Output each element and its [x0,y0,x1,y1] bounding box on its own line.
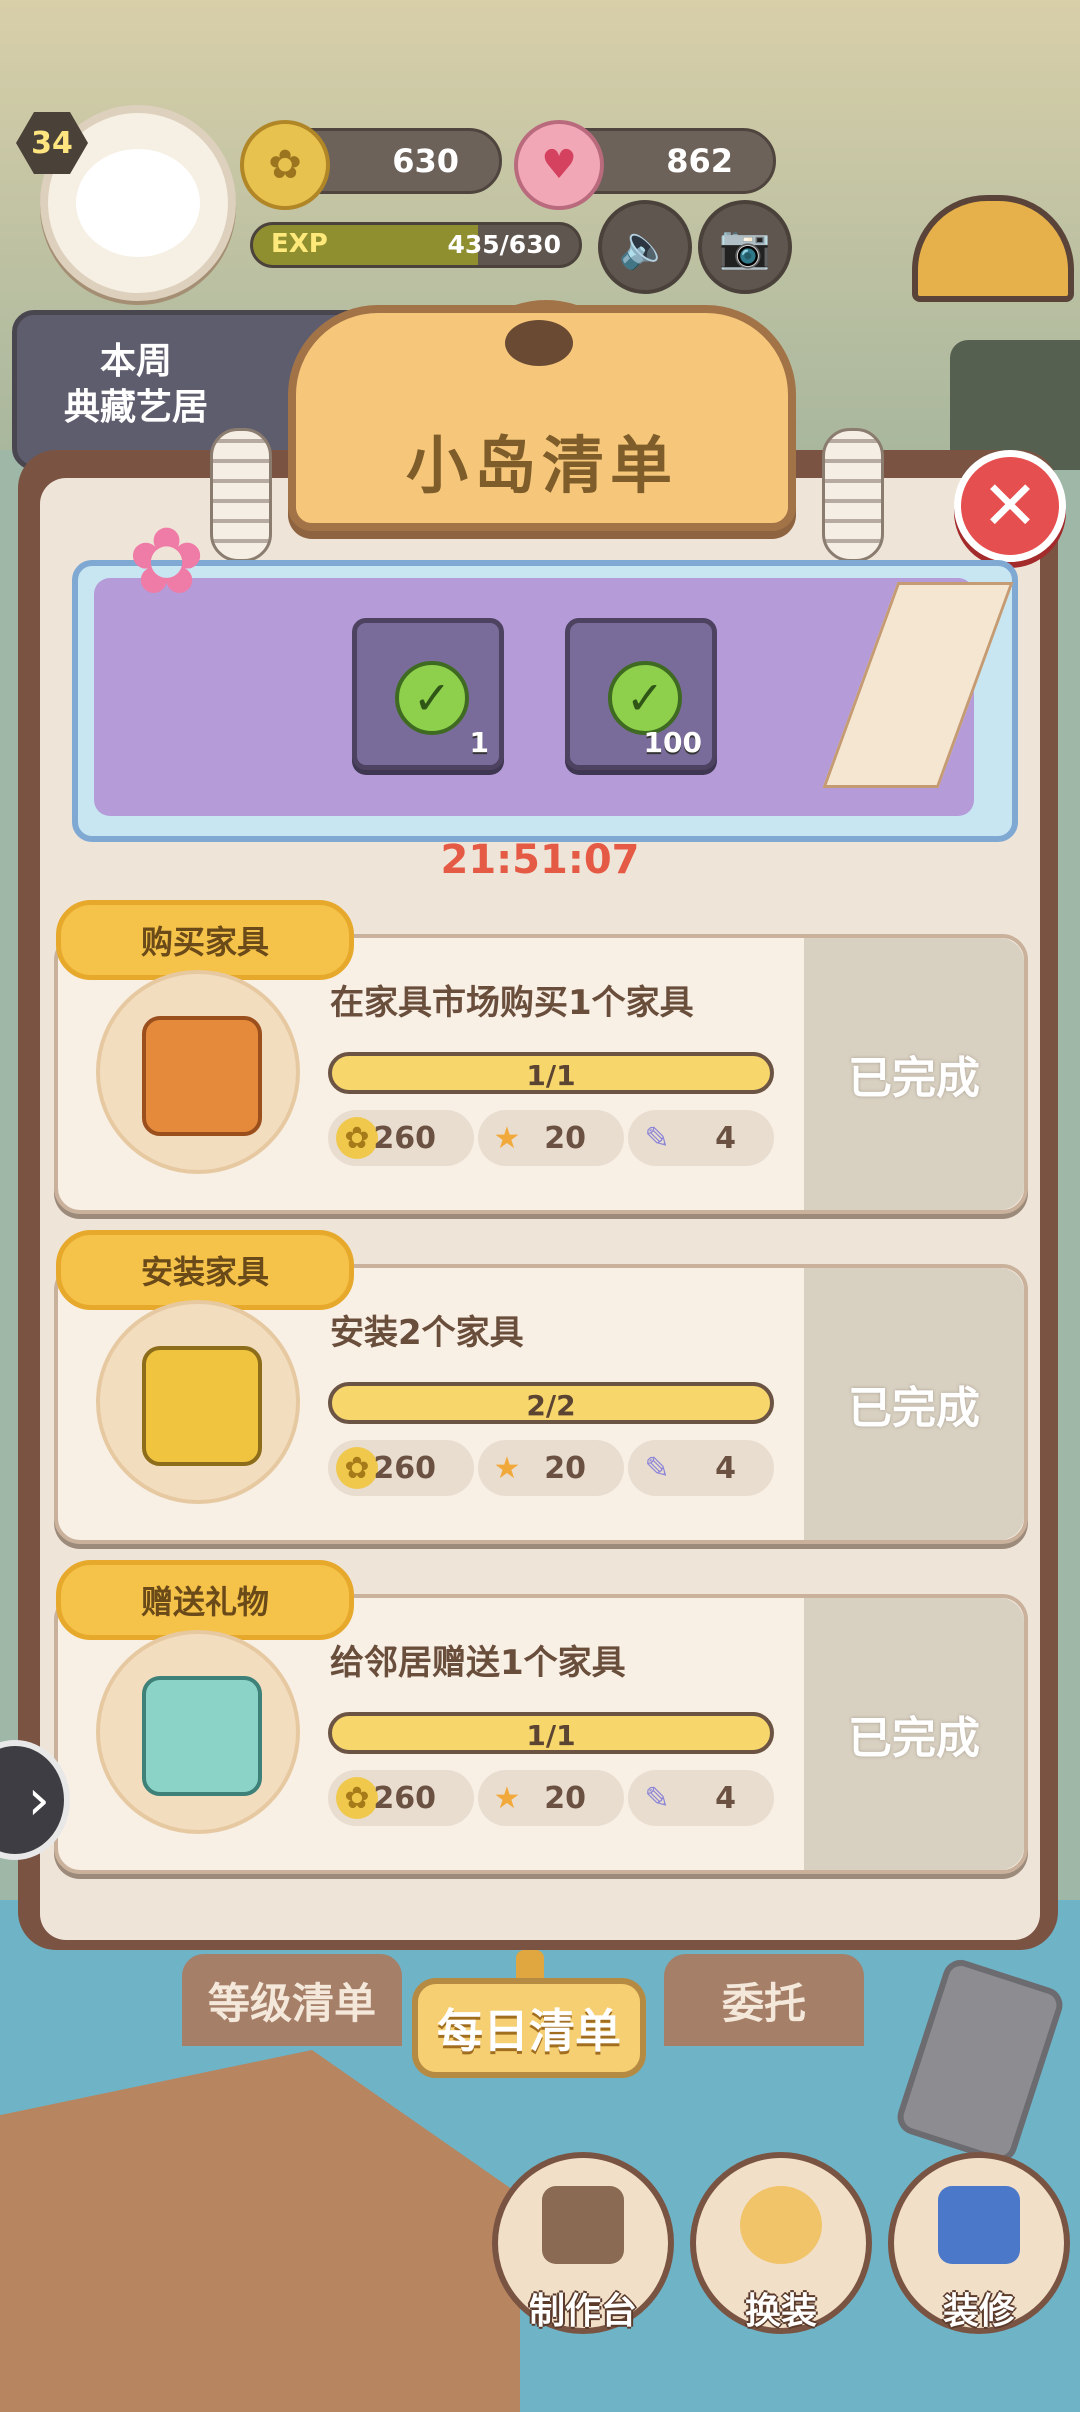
reward-coins: ✿ 260 [328,1770,474,1826]
coin-icon: ✿ [336,1117,378,1159]
task-description: 给邻居赠送1个家具 [330,1643,626,1683]
ticket-icon: ✎ [644,1120,670,1156]
reward-tickets-value: 4 [715,1780,736,1816]
delivery-truck-icon [142,1676,262,1796]
tab-commission[interactable]: 委托 [664,1954,864,2046]
heart-count: 862 [666,142,733,180]
close-button[interactable]: ✕ [954,450,1066,562]
task-icon-frame [96,1630,300,1834]
sound-button[interactable]: 🔈 [598,200,692,294]
task-completed-status: 已完成 [804,1268,1024,1540]
reward-coins-value: 260 [373,1780,436,1816]
reward-stars-value: 20 [544,1450,586,1486]
decorate-button[interactable]: 装修 [888,2152,1070,2334]
countdown-timer: 21:51:07 [440,837,640,883]
outfit-button[interactable]: 换装 [690,2152,872,2334]
task-icon-frame [96,1300,300,1504]
bunny-avatar-icon [76,149,200,257]
camera-icon: 📷 [718,222,772,271]
task-completed-status: 已完成 [804,938,1024,1210]
final-reward-heart-count: 100 [643,726,702,759]
left-spring [210,428,272,562]
chevron-right-icon: › [27,1767,50,1833]
outfit-icon [740,2186,822,2264]
title-plaque-hole [505,320,573,366]
close-icon: ✕ [981,466,1039,546]
exp-bar: EXP 435/630 [250,222,582,268]
reward-coins-value: 260 [373,1450,436,1486]
task-tag: 赠送礼物 [56,1560,354,1640]
reward-tickets: ✎ 4 [628,1770,774,1826]
coin-icon: ✿ [336,1777,378,1819]
task-progress-bar: 1/1 [328,1712,774,1754]
workbench-button[interactable]: 制作台 [492,2152,674,2334]
task-progress-text: 2/2 [526,1389,576,1422]
game-scene: 34 630 ✿ 862 ♥ EXP 435/630 🔈 📷 本周 典藏艺居 小… [0,0,1080,2412]
ticket-icon: ✎ [644,1450,670,1486]
speaker-icon: 🔈 [618,222,672,271]
ticket-icon: ✎ [644,1780,670,1816]
tab-level-list[interactable]: 等级清单 [182,1954,402,2046]
task-tag: 购买家具 [56,900,354,980]
check-icon: ✓ [395,661,469,735]
workbench-icon [542,2186,624,2264]
reward-stars-value: 20 [544,1780,586,1816]
task-completed-status: 已完成 [804,1598,1024,1870]
reward-stars: ★ 20 [478,1770,624,1826]
furniture-box-icon [142,1016,262,1136]
final-reward-ticket[interactable]: ✓ 1 [352,618,504,770]
coin-count: 630 [392,142,459,180]
reward-stars-value: 20 [544,1120,586,1156]
paint-roller-icon [938,2186,1020,2264]
star-icon: ★ [493,1450,521,1486]
exp-label: EXP [271,229,328,259]
task-progress-bar: 2/2 [328,1382,774,1424]
weekly-line1: 本周 [99,341,172,382]
reward-coins-value: 260 [373,1120,436,1156]
exp-value: 435/630 [447,230,561,259]
star-icon: ★ [493,1120,521,1156]
reward-coins: ✿ 260 [328,1110,474,1166]
star-icon: ★ [493,1780,521,1816]
panel-title: 小岛清单 [405,429,678,502]
weekly-line2: 典藏艺居 [63,387,208,428]
task-icon-frame [96,970,300,1174]
camera-button[interactable]: 📷 [698,200,792,294]
reward-tickets-value: 4 [715,1450,736,1486]
task-description: 在家具市场购买1个家具 [330,983,694,1023]
task-progress-text: 1/1 [526,1059,576,1092]
reward-tickets: ✎ 4 [628,1440,774,1496]
workbench-label: 制作台 [528,2291,637,2332]
task-progress-text: 1/1 [526,1719,576,1752]
weekly-collection-label: 本周 典藏艺居 [41,339,231,431]
reward-tickets-value: 4 [715,1120,736,1156]
reward-tickets: ✎ 4 [628,1110,774,1166]
reward-coins: ✿ 260 [328,1440,474,1496]
task-progress-bar: 1/1 [328,1052,774,1094]
coin-icon: ✿ [336,1447,378,1489]
coin-icon: ✿ [240,120,330,210]
final-reward-heart[interactable]: ✓ 100 [565,618,717,770]
decorate-label: 装修 [942,2291,1015,2332]
tab-daily-list[interactable]: 每日清单 [412,1978,646,2078]
flower-icon: ✿ [128,508,206,615]
task-tag: 安装家具 [56,1230,354,1310]
tools-icon [142,1346,262,1466]
reward-stars: ★ 20 [478,1440,624,1496]
task-description: 安装2个家具 [330,1313,524,1353]
right-spring [822,428,884,562]
final-reward-ticket-count: 1 [469,726,489,759]
outfit-label: 换装 [744,2291,817,2332]
check-icon: ✓ [608,661,682,735]
heart-icon: ♥ [514,120,604,210]
reward-stars: ★ 20 [478,1110,624,1166]
